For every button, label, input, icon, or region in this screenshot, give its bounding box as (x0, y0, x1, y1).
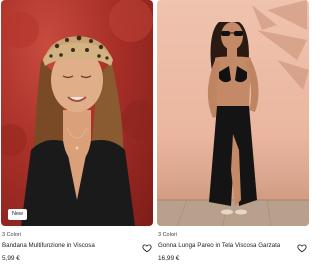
product-image[interactable] (157, 0, 309, 226)
product-card-gonna[interactable]: 3 Colori Gonna Lunga Pareo in Tela Visco… (157, 0, 309, 270)
heart-outline-icon[interactable] (297, 240, 307, 253)
new-badge: New (8, 209, 28, 220)
product-card-bandana[interactable]: New 3 Colori Bandana Multifunzione in Vi… (1, 0, 153, 270)
product-photo-illustration (157, 0, 309, 226)
product-photo-illustration (1, 0, 153, 226)
product-price: 5,99 € (2, 255, 20, 262)
product-name[interactable]: Bandana Multifunzione in Viscosa (2, 242, 95, 249)
heart-outline-icon[interactable] (142, 240, 152, 253)
color-count: 3 Colori (158, 232, 177, 238)
color-count: 3 Colori (2, 232, 21, 238)
product-name[interactable]: Gonna Lunga Pareo in Tela Viscosa Garzat… (158, 242, 280, 249)
product-price: 16,99 € (158, 255, 180, 262)
product-image[interactable]: New (1, 0, 153, 226)
